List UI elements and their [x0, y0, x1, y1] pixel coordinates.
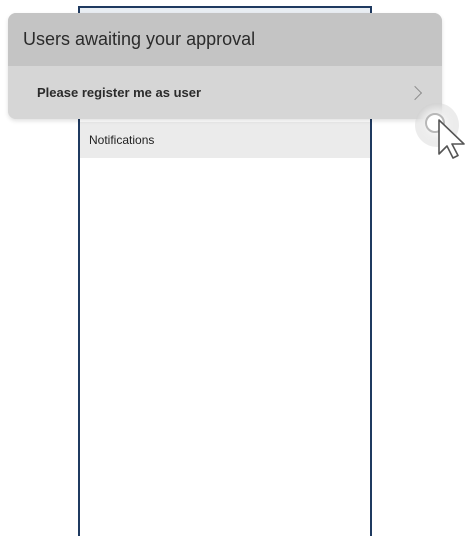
approval-popover: Users awaiting your approval Please regi… — [8, 13, 442, 119]
mouse-pointer-icon — [438, 119, 465, 159]
notifications-item[interactable]: Notifications — [80, 122, 370, 158]
approval-request-item[interactable]: Please register me as user — [8, 66, 442, 119]
notifications-label: Notifications — [89, 133, 155, 147]
chevron-right-icon — [407, 85, 423, 100]
approval-request-label: Please register me as user — [37, 85, 202, 100]
popover-title: Users awaiting your approval — [8, 13, 442, 66]
